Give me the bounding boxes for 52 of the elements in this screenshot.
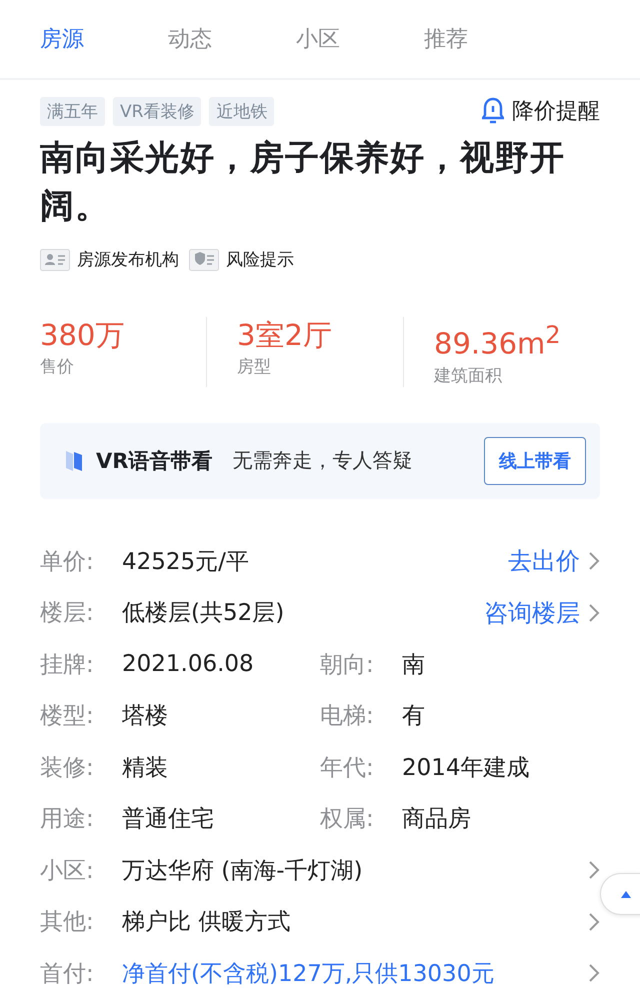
detail-label: 其他: [40, 908, 95, 938]
detail-label: 挂牌: [40, 650, 95, 680]
detail-label: 年代: [320, 754, 375, 783]
bell-icon[interactable] [482, 97, 504, 125]
stat-label: 售价 [40, 356, 75, 378]
action-link[interactable]: 去出价 [508, 545, 580, 578]
detail-value: 普通住宅 [122, 805, 214, 834]
detail-label: 用途: [40, 805, 95, 834]
detail-value: 塔楼 [122, 702, 168, 732]
tag: VR看装修 [113, 96, 202, 126]
detail-label: 朝向: [320, 650, 375, 680]
tag: 近地铁 [209, 96, 274, 126]
detail-label: 楼层: [40, 599, 95, 628]
detail-label: 首付: [40, 960, 95, 989]
detail-value: 有 [402, 702, 425, 732]
detail-label: 权属: [320, 805, 375, 834]
info-link[interactable]: 风险提示 [226, 248, 294, 271]
detail-value: 精装 [122, 754, 168, 783]
detail-value: 2014年建成 [402, 754, 530, 783]
tab[interactable]: 小区 [296, 24, 372, 54]
action-link[interactable]: 咨询楼层 [484, 596, 580, 629]
detail-value: 2021.06.08 [122, 651, 254, 678]
detail-label: 小区: [40, 856, 95, 886]
stat-value: 3室2厅 [237, 317, 333, 353]
tab[interactable]: 动态 [168, 24, 244, 54]
tab[interactable]: 推荐 [424, 24, 500, 54]
stat-value: 89.36m$^{2}$ [434, 320, 562, 362]
detail-value: 商品房 [402, 805, 471, 834]
listing-title: 南向采光好，房子保养好，视野开阔。 [40, 137, 566, 228]
detail-label: 楼型: [40, 702, 95, 732]
caret-up-icon [621, 890, 631, 898]
detail-value: 南 [402, 650, 425, 680]
stat-value: 380万 [40, 317, 126, 353]
detail-value: 万达华府 (南海-千灯湖) [122, 856, 363, 886]
shield-card-icon [189, 248, 219, 270]
stat-label: 建筑面积 [434, 364, 503, 387]
detail-label: 电梯: [320, 702, 375, 732]
detail-value: 梯户比 供暖方式 [122, 908, 290, 938]
detail-value: 42525元/平 [122, 548, 249, 577]
tag: 满五年 [40, 96, 105, 126]
detail-label: 单价: [40, 548, 95, 577]
tab[interactable]: 房源 [40, 24, 116, 54]
detail-value: 低楼层(共52层) [122, 599, 284, 628]
vr-subtitle: 无需奔走，专人答疑 [232, 447, 412, 474]
id-card-icon [40, 248, 70, 270]
info-link[interactable]: 房源发布机构 [77, 248, 179, 271]
online-tour-button[interactable]: 线上带看 [484, 436, 586, 485]
price-alert-link[interactable]: 降价提醒 [512, 96, 600, 126]
detail-label: 装修: [40, 754, 95, 783]
detail-link[interactable]: 净首付(不含税)127万,只供13030元 [122, 958, 494, 989]
vr-title: VR语音带看 [96, 448, 212, 475]
stat-label: 房型 [237, 356, 272, 378]
